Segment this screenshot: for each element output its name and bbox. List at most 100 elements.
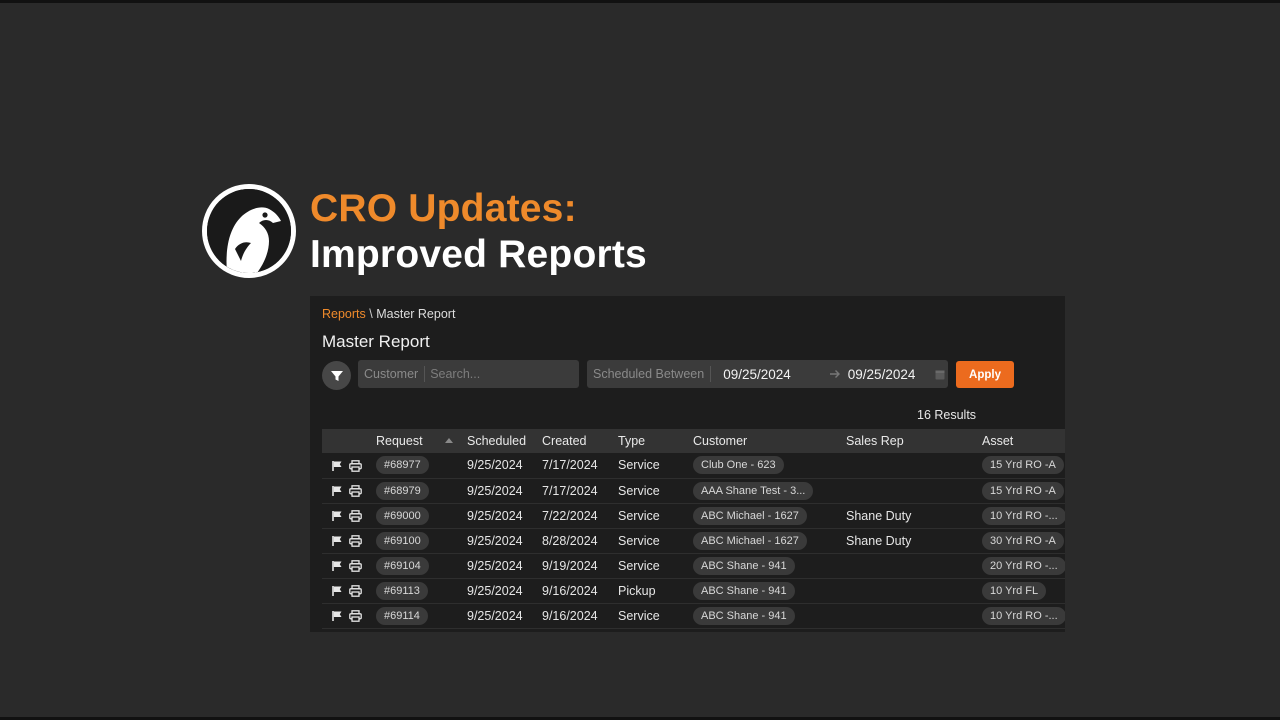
header-sales-rep[interactable]: Sales Rep	[846, 429, 982, 453]
created-cell: 9/19/2024	[542, 553, 618, 579]
asset-badge[interactable]: 15 Yrd RO -A	[982, 481, 1064, 500]
customer-cell: ABC Michael - 1627	[693, 503, 846, 529]
asset-cell: 30 Yrd RO -A	[982, 528, 1065, 554]
row-actions	[322, 528, 376, 554]
customer-badge[interactable]: ABC Shane - 941	[693, 606, 795, 625]
sales-rep-cell: Shane Duty	[846, 528, 982, 554]
row-actions	[322, 453, 376, 479]
asset-badge[interactable]: 10 Yrd RO -...	[982, 606, 1065, 625]
request-cell: #68977	[376, 453, 467, 479]
type-cell: Service	[618, 603, 693, 629]
breadcrumb-link-reports[interactable]: Reports	[322, 307, 366, 321]
table-row[interactable]: #69100 9/25/2024 8/28/2024 Service ABC Micha…	[322, 528, 1065, 554]
flag-icon[interactable]	[331, 510, 343, 522]
sales-rep-cell	[846, 478, 982, 504]
asset-badge[interactable]: 30 Yrd RO -A	[982, 531, 1064, 550]
customer-cell: ABC Michael - 1627	[693, 528, 846, 554]
row-actions	[322, 603, 376, 629]
customer-badge[interactable]: ABC Michael - 1627	[693, 506, 807, 525]
table-row[interactable]: #69104 9/25/2024 9/19/2024 Service ABC Shane…	[322, 553, 1065, 579]
flag-icon[interactable]	[331, 585, 343, 597]
customer-search-input[interactable]	[425, 367, 576, 381]
customer-search[interactable]: Customer	[358, 360, 579, 388]
asset-cell: 10 Yrd RO -...	[982, 603, 1065, 629]
scheduled-date-range[interactable]: Scheduled Between 09/25/2024 09/25/2024	[587, 360, 948, 388]
row-actions	[322, 553, 376, 579]
created-cell: 9/16/2024	[542, 578, 618, 604]
customer-badge[interactable]: ABC Michael - 1627	[693, 531, 807, 550]
header-actions	[322, 429, 376, 453]
header-created[interactable]: Created	[542, 429, 618, 453]
created-cell: 9/16/2024	[542, 603, 618, 629]
row-actions	[322, 478, 376, 504]
request-id-badge[interactable]: #68979	[376, 481, 429, 500]
scheduled-cell: 9/25/2024	[467, 578, 542, 604]
asset-cell: 15 Yrd RO -A	[982, 478, 1065, 504]
print-icon[interactable]	[349, 485, 362, 498]
report-panel: Reports \ Master Report Master Report Cu…	[310, 296, 1065, 632]
sort-asc-icon	[444, 438, 453, 443]
table-header-row: Request Scheduled Created Type Customer …	[322, 429, 1065, 453]
sales-rep-cell	[846, 578, 982, 604]
header-customer[interactable]: Customer	[693, 429, 846, 453]
scheduled-cell: 9/25/2024	[467, 478, 542, 504]
date-from-field[interactable]: 09/25/2024	[723, 367, 791, 382]
table-row[interactable]: #69113 9/25/2024 9/16/2024 Pickup ABC Shane …	[322, 578, 1065, 604]
asset-cell: 20 Yrd RO -...	[982, 553, 1065, 579]
customer-badge[interactable]: ABC Shane - 941	[693, 581, 795, 600]
flag-icon[interactable]	[331, 610, 343, 622]
request-cell: #69104	[376, 553, 467, 579]
asset-badge[interactable]: 10 Yrd FL	[982, 581, 1047, 600]
request-id-badge[interactable]: #69113	[376, 581, 428, 600]
asset-badge[interactable]: 20 Yrd RO -...	[982, 556, 1065, 575]
table-row[interactable]: #69114 9/25/2024 9/16/2024 Service ABC Shane…	[322, 603, 1065, 629]
print-icon[interactable]	[349, 510, 362, 523]
print-icon[interactable]	[349, 535, 362, 548]
filter-button[interactable]	[322, 361, 351, 390]
customer-badge[interactable]: AAA Shane Test - 3...	[693, 481, 814, 500]
apply-button[interactable]: Apply	[956, 361, 1014, 388]
scheduled-cell: 9/25/2024	[467, 528, 542, 554]
header-asset[interactable]: Asset	[982, 429, 1065, 453]
row-actions	[322, 578, 376, 604]
type-cell: Service	[618, 478, 693, 504]
breadcrumb-current: Master Report	[376, 307, 456, 321]
customer-search-label: Customer	[358, 366, 426, 382]
arrow-right-icon	[829, 367, 841, 382]
request-id-badge[interactable]: #69104	[376, 556, 429, 575]
type-cell: Service	[618, 553, 693, 579]
date-to-field[interactable]: 09/25/2024	[848, 367, 916, 382]
headline-line-1: CRO Updates:	[310, 187, 577, 230]
header-request-label: Request	[376, 434, 423, 448]
type-cell: Service	[618, 528, 693, 554]
print-icon[interactable]	[349, 460, 362, 472]
header-scheduled[interactable]: Scheduled	[467, 429, 542, 453]
scheduled-cell: 9/25/2024	[467, 553, 542, 579]
request-id-badge[interactable]: #68977	[376, 456, 429, 475]
customer-badge[interactable]: ABC Shane - 941	[693, 556, 795, 575]
sales-rep-cell	[846, 603, 982, 629]
created-cell: 7/17/2024	[542, 478, 618, 504]
print-icon[interactable]	[349, 560, 362, 573]
customer-cell: ABC Shane - 941	[693, 603, 846, 629]
print-icon[interactable]	[349, 610, 362, 623]
flag-icon[interactable]	[331, 460, 343, 472]
calendar-icon[interactable]	[935, 369, 945, 380]
flag-icon[interactable]	[331, 535, 343, 547]
print-icon[interactable]	[349, 585, 362, 598]
table-row[interactable]: #68977 9/25/2024 7/17/2024 Service Club One …	[322, 453, 1065, 479]
header-request[interactable]: Request	[376, 429, 467, 453]
customer-badge[interactable]: Club One - 623	[693, 456, 784, 475]
table-row[interactable]: #68979 9/25/2024 7/17/2024 Service AAA Shane…	[322, 478, 1065, 504]
asset-cell: 15 Yrd RO -A	[982, 453, 1065, 479]
flag-icon[interactable]	[331, 560, 343, 572]
header-type[interactable]: Type	[618, 429, 693, 453]
request-id-badge[interactable]: #69000	[376, 506, 429, 525]
asset-badge[interactable]: 10 Yrd RO -...	[982, 506, 1065, 525]
request-id-badge[interactable]: #69100	[376, 531, 429, 550]
asset-badge[interactable]: 15 Yrd RO -A	[982, 456, 1064, 475]
table-row[interactable]: #69000 9/25/2024 7/22/2024 Service ABC Micha…	[322, 503, 1065, 529]
scheduled-cell: 9/25/2024	[467, 503, 542, 529]
request-id-badge[interactable]: #69114	[376, 606, 428, 625]
flag-icon[interactable]	[331, 485, 343, 497]
